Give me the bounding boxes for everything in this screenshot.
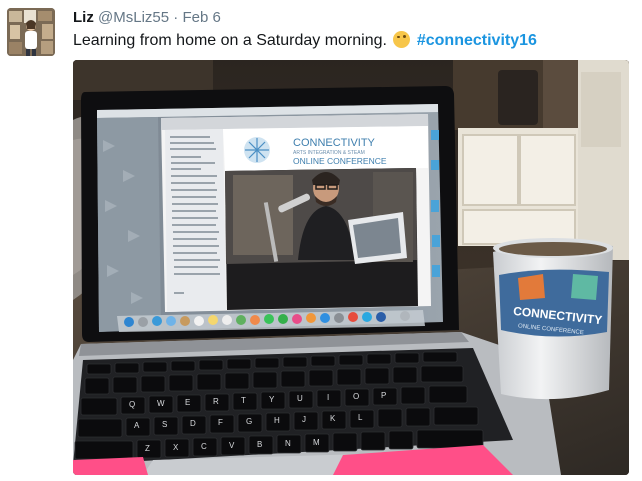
conference-title: CONNECTIVITY [293,137,376,149]
svg-text:O: O [353,392,359,401]
svg-text:W: W [157,399,165,408]
svg-text:L: L [358,413,363,422]
svg-text:B: B [257,440,262,449]
svg-text:R: R [213,397,219,406]
svg-text:A: A [134,421,140,430]
winking-face-icon [393,31,411,48]
svg-text:T: T [241,396,246,405]
avatar[interactable] [7,8,55,56]
conference-event: ONLINE CONFERENCE [293,156,387,166]
svg-text:Y: Y [269,395,275,404]
svg-text:D: D [190,419,196,428]
svg-text:V: V [229,441,235,450]
svg-text:F: F [218,418,223,427]
svg-text:Q: Q [129,400,135,409]
svg-text:U: U [297,394,303,403]
svg-text:M: M [313,438,320,447]
svg-text:E: E [185,398,190,407]
svg-text:C: C [201,442,207,451]
separator: · [173,9,179,26]
svg-text:N: N [285,439,291,448]
svg-text:X: X [173,443,179,452]
user-handle[interactable]: @MsLiz55 [98,9,169,26]
svg-text:P: P [381,391,386,400]
tweet-date[interactable]: Feb 6 [182,9,220,26]
tweet-text: Learning from home on a Saturday morning… [73,31,537,51]
tweet-card: Liz @MsLiz55 · Feb 6 Learning from home … [0,0,642,481]
tweet-photo[interactable]: CONNECTIVITY ARTS INTEGRATION & STEAM ON… [73,60,629,475]
tweet-header: Liz @MsLiz55 · Feb 6 [73,9,221,27]
laptop-scene-illustration: CONNECTIVITY ARTS INTEGRATION & STEAM ON… [73,60,629,475]
svg-text:J: J [302,415,306,424]
tweet-body: Learning from home on a Saturday morning… [73,32,387,49]
svg-text:H: H [274,416,280,425]
svg-text:Z: Z [145,444,150,453]
svg-text:I: I [327,393,329,402]
svg-text:G: G [246,417,252,426]
display-name[interactable]: Liz [73,9,94,26]
svg-text:K: K [330,414,336,423]
svg-text:S: S [162,420,167,429]
hashtag-link[interactable]: #connectivity16 [417,32,537,49]
